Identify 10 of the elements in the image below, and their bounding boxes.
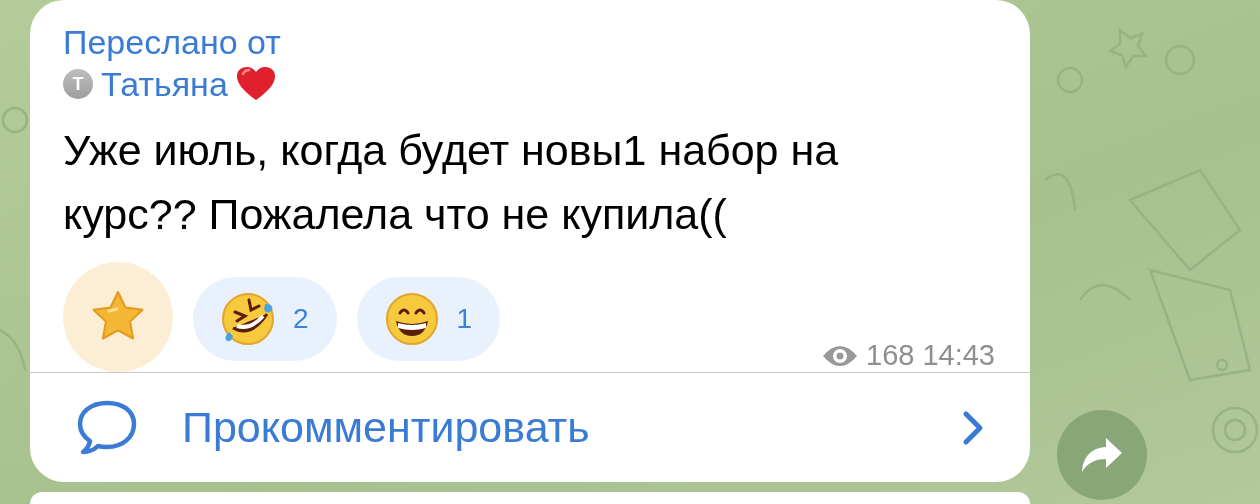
reaction-button[interactable]: 1 <box>356 277 501 361</box>
reaction-button[interactable]: 2 <box>193 277 337 361</box>
author-name[interactable]: Татьяна <box>101 64 228 104</box>
comment-label: Прокомментировать <box>182 403 591 452</box>
forwarded-label: Переслано от <box>63 22 281 62</box>
view-count: 168 <box>866 339 915 372</box>
message-text: Уже июль, когда будет новы1 набор на курс?? Пожалела что не купила(( <box>63 125 840 240</box>
author-avatar: Т <box>63 69 93 99</box>
message-time: 14:43 <box>922 339 995 372</box>
comment-row[interactable]: Прокомментировать <box>30 373 1030 482</box>
